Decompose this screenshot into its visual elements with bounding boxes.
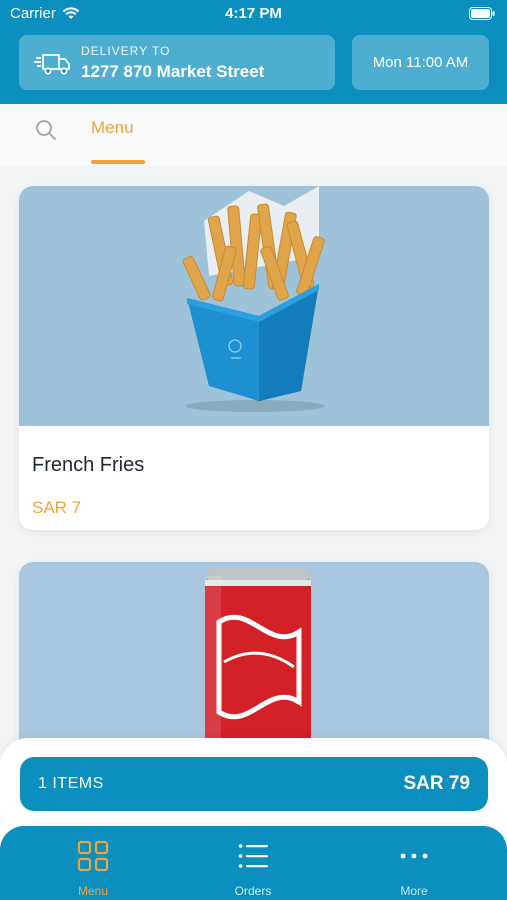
battery-icon	[469, 7, 495, 20]
delivery-label: DELIVERY TO	[81, 43, 171, 58]
category-tabs: Menu	[0, 104, 507, 166]
nav-item-menu[interactable]: Menu	[33, 826, 153, 900]
menu-item-image	[19, 186, 489, 426]
menu-item-card[interactable]	[19, 562, 489, 762]
bottom-navigation: Menu Orders More	[0, 826, 507, 900]
view-cart-button[interactable]: 1 ITEMS SAR 79	[20, 757, 488, 811]
menu-item-image	[19, 562, 489, 762]
delivery-text: DELIVERY TO 1277 870 Market Street	[81, 44, 264, 82]
cola-can-illustration	[205, 568, 311, 762]
delivery-time-button[interactable]: Mon 11:00 AM	[352, 35, 489, 90]
tab-active-indicator	[91, 160, 145, 164]
more-dots-icon	[400, 853, 428, 859]
delivery-address: 1277 870 Market Street	[81, 61, 265, 81]
menu-item-price: SAR 7	[32, 498, 82, 517]
tab-menu[interactable]: Menu	[91, 118, 134, 138]
french-fries-illustration	[182, 186, 325, 412]
app-header: Carrier 4:17 PM DELIVERY TO 1277 870 Mar…	[0, 0, 507, 104]
nav-item-orders[interactable]: Orders	[193, 826, 313, 900]
delivery-truck-icon	[34, 53, 70, 74]
search-icon[interactable]	[34, 118, 58, 142]
status-bar: Carrier 4:17 PM	[0, 0, 507, 28]
delivery-address-button[interactable]: DELIVERY TO 1277 870 Market Street	[19, 35, 335, 90]
nav-item-more[interactable]: More	[354, 826, 474, 900]
list-icon	[238, 844, 268, 868]
menu-item-card[interactable]: French Fries SAR 7	[19, 186, 489, 530]
status-time: 4:17 PM	[225, 5, 282, 22]
menu-item-name: French Fries	[32, 454, 145, 476]
nav-label-orders: Orders	[234, 884, 272, 898]
nav-label-more: More	[400, 884, 428, 898]
grid-icon	[77, 840, 109, 872]
cart-items-count: 1 ITEMS	[38, 775, 104, 792]
nav-label-menu: Menu	[77, 884, 109, 898]
cart-total: SAR 79	[403, 773, 470, 794]
